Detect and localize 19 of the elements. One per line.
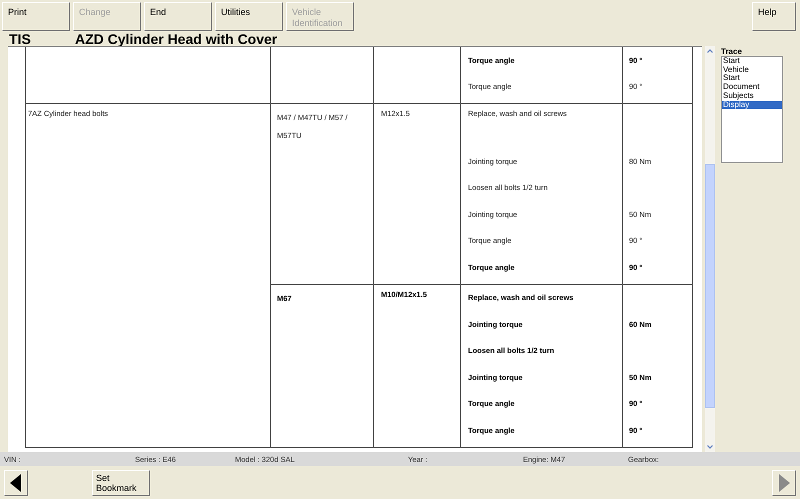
back-button[interactable] (4, 470, 28, 496)
document-title: AZD Cylinder Head with Cover (75, 31, 278, 47)
scroll-thumb[interactable] (705, 164, 715, 408)
trace-item[interactable]: Subjects (722, 92, 782, 101)
trace-title: Trace (721, 47, 743, 56)
toolbar-button[interactable]: End (144, 2, 212, 31)
bookmark-button[interactable]: Set Bookmark (92, 470, 150, 496)
scrollbar[interactable] (705, 46, 715, 452)
help-button[interactable]: Help (752, 2, 796, 31)
toolbar-button[interactable]: Print (2, 2, 70, 31)
trace-item[interactable]: Display (722, 100, 782, 110)
toolbar-button[interactable]: Utilities (215, 2, 283, 31)
scroll-up-icon[interactable] (707, 49, 713, 53)
trace-item[interactable]: Document (722, 83, 782, 92)
trace-item[interactable]: Vehicle (722, 66, 782, 74)
app-name: TIS (9, 31, 32, 47)
trace-item[interactable]: Start (722, 57, 782, 66)
scroll-down-icon[interactable] (707, 445, 713, 449)
trace-item[interactable]: Start (722, 74, 782, 84)
